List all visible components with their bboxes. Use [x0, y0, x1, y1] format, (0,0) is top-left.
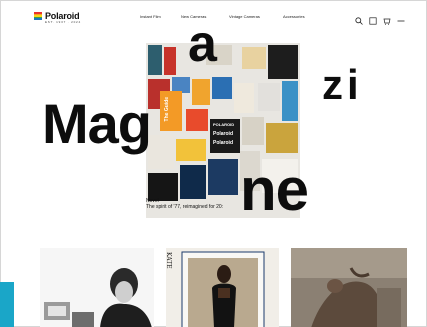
polaroid-logo[interactable]: Polaroid EST. 1937 · 2024 — [34, 11, 81, 24]
side-accent — [0, 282, 14, 327]
article-tile-3[interactable] — [291, 248, 407, 327]
nav-item-accessories[interactable]: Accessories — [283, 14, 305, 19]
article-tile-2[interactable] — [166, 248, 279, 327]
collage-book-title: The Guide — [164, 97, 170, 122]
collage-brand-2: Polaroid — [213, 140, 234, 146]
collage-book: The Guide — [160, 91, 182, 131]
collage-polaroid-box: POLAROID Polaroid Polaroid — [210, 119, 240, 153]
article-tile-1[interactable] — [40, 248, 154, 327]
headline-letter-a: a — [188, 15, 217, 73]
account-icon[interactable] — [369, 12, 377, 25]
polaroid-handwriting: KATE — [165, 252, 172, 269]
header-icons — [355, 12, 405, 25]
polaroid-stripes-icon — [34, 12, 42, 20]
caption-title: The spirit of '77, reimagined for 20: — [146, 204, 224, 210]
nav-item-vintage-cameras[interactable]: Vintage Cameras — [229, 14, 260, 19]
cart-icon[interactable] — [383, 12, 391, 25]
headline-letters-zi: zi — [322, 61, 363, 108]
hero-caption[interactable]: Novel The spirit of '77, reimagined for … — [146, 198, 316, 210]
search-icon[interactable] — [355, 12, 363, 25]
collage-label: POLAROID — [213, 122, 235, 127]
logo-tagline: EST. 1937 · 2024 — [45, 20, 81, 24]
headline-word-mag: Mag — [42, 92, 152, 155]
menu-icon[interactable] — [397, 12, 405, 22]
nav-item-instant-film[interactable]: Instant Film — [140, 14, 161, 19]
headline-word-ne: ne — [240, 156, 309, 223]
collage-brand-1: Polaroid — [213, 131, 234, 137]
